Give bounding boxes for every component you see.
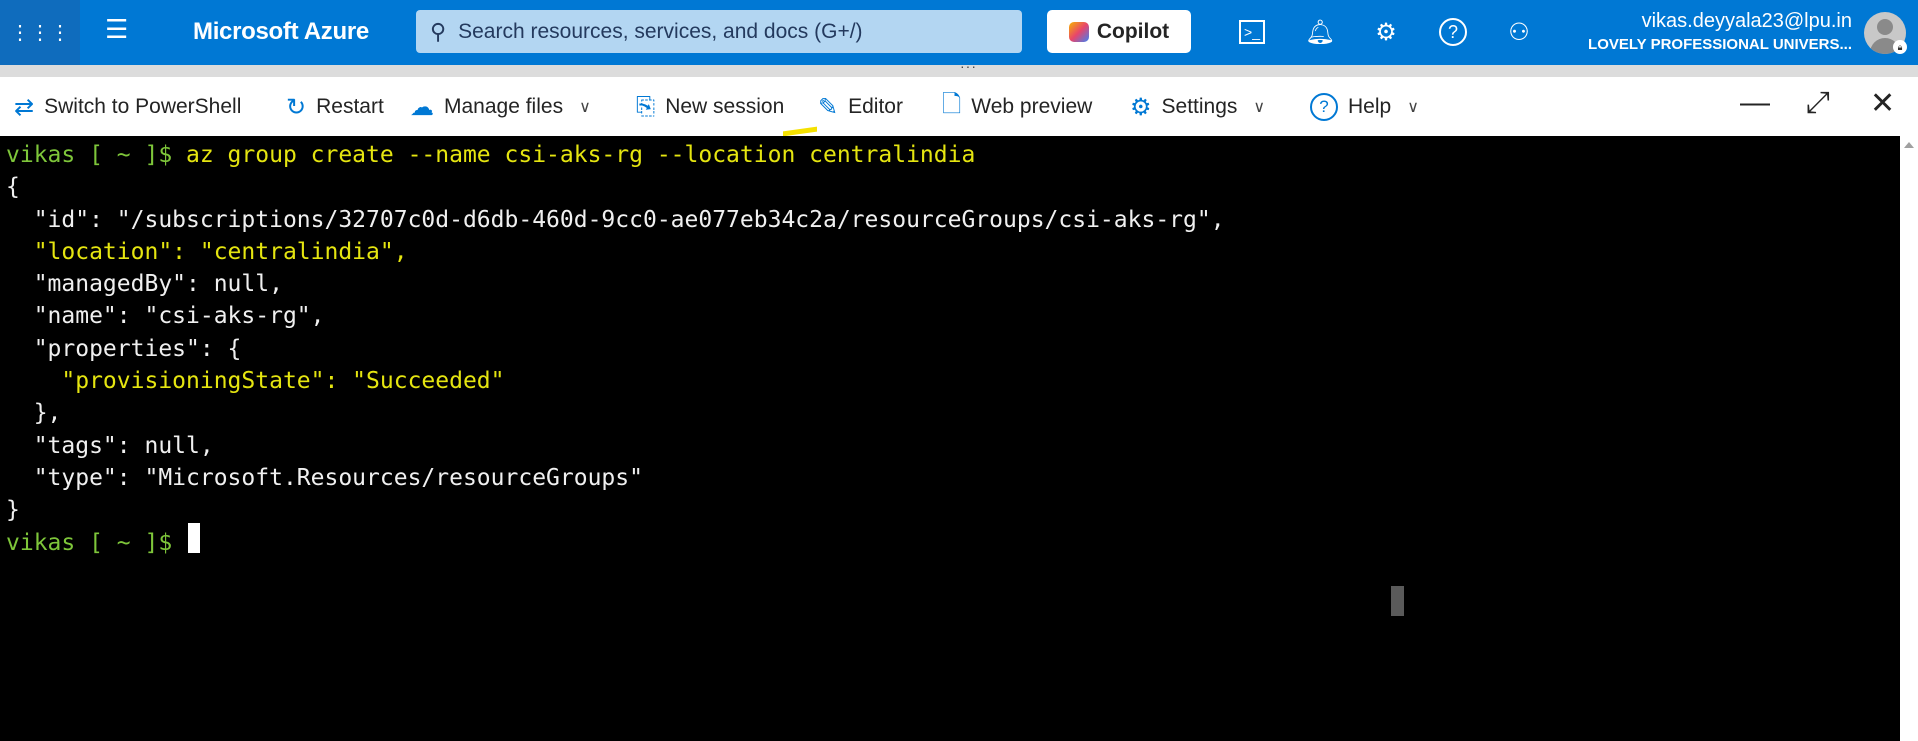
json-line: "location": "centralindia", [6, 238, 408, 265]
json-line: "type": "Microsoft.Resources/resourceGro… [6, 464, 643, 491]
search-icon: ⚲ [430, 18, 447, 44]
search-input[interactable]: ⚲ Search resources, services, and docs (… [416, 10, 1022, 53]
search-placeholder: Search resources, services, and docs (G+… [458, 19, 863, 43]
terminal-scrollbar[interactable] [1900, 136, 1918, 741]
editor-button[interactable]: ✎ Editor [818, 90, 903, 124]
cloud-upload-icon: ☁ [410, 93, 434, 121]
restart-icon: ↻ [286, 93, 307, 121]
copilot-icon [1068, 21, 1089, 42]
account-info[interactable]: vikas.deyyala23@lpu.in LOVELY PROFESSION… [1588, 10, 1852, 53]
close-button[interactable]: ✕ [1870, 86, 1895, 121]
web-preview-button[interactable]: 🗋︎ Web preview [942, 90, 1092, 124]
restart-button[interactable]: ↻ Restart [286, 90, 384, 124]
feedback-icon[interactable]: ⚇ [1501, 14, 1537, 50]
help-icon: ? [1310, 93, 1338, 121]
json-line: } [6, 497, 20, 524]
cloud-shell-icon[interactable]: >_ [1234, 14, 1270, 50]
copilot-button[interactable]: Copilot [1047, 10, 1191, 53]
user-email: vikas.deyyala23@lpu.in [1641, 10, 1852, 32]
json-line: "name": "csi-aks-rg", [6, 303, 325, 330]
help-icon[interactable]: ? [1435, 14, 1471, 50]
maximize-button[interactable]: ⤢ [1806, 86, 1830, 120]
web-preview-icon: 🗋︎ [942, 90, 962, 118]
waffle-icon[interactable]: ⋮⋮⋮ [0, 0, 80, 65]
help-menu-button[interactable]: ? Help ∨ [1310, 90, 1419, 124]
json-line: "tags": null, [6, 432, 214, 459]
lock-icon: 🔒︎ [1893, 40, 1907, 54]
brand-title[interactable]: Microsoft Azure [193, 18, 369, 46]
minimize-button[interactable]: — [1740, 86, 1770, 120]
web-preview-label: Web preview [971, 95, 1093, 118]
prompt: vikas [ ~ ]$ [6, 142, 187, 168]
new-session-button[interactable]: ⎘ New session [636, 90, 784, 124]
terminal-output[interactable]: vikas [ ~ ]$ az group create --name csi-… [0, 136, 1900, 741]
json-line: "managedBy": null, [6, 271, 283, 298]
json-line: "id": "/subscriptions/32707c0d-d6db-460d… [6, 206, 1225, 233]
resize-strip[interactable] [0, 65, 1918, 77]
editor-label: Editor [848, 95, 903, 118]
drag-handle-icon[interactable]: ··· [960, 58, 977, 74]
prompt: vikas [ ~ ]$ [6, 529, 187, 556]
terminal-cursor [188, 523, 200, 553]
switch-icon: ⇄ [14, 93, 35, 121]
user-org: LOVELY PROFESSIONAL UNIVERS... [1588, 36, 1852, 53]
new-session-label: New session [665, 95, 785, 118]
scroll-up-arrow-icon[interactable] [1904, 142, 1914, 148]
switch-powershell-button[interactable]: ⇄ Switch to PowerShell [14, 90, 241, 124]
json-line: "provisioningState": "Succeeded" [6, 368, 505, 395]
manage-files-label: Manage files [444, 95, 564, 118]
copilot-label: Copilot [1096, 19, 1170, 43]
chevron-down-icon: ∨ [579, 99, 591, 116]
manage-files-button[interactable]: ☁ Manage files ∨ [410, 90, 591, 124]
gear-icon[interactable]: ⚙ [1368, 14, 1404, 50]
ibeam-cursor [1391, 586, 1404, 616]
restart-label: Restart [316, 95, 384, 118]
command: az group create --name csi-aks-rg --loca… [186, 142, 976, 168]
gear-icon: ⚙ [1130, 93, 1152, 121]
bell-icon[interactable]: 🔔︎ [1302, 14, 1338, 50]
settings-label: Settings [1161, 95, 1238, 118]
chevron-down-icon: ∨ [1253, 99, 1266, 116]
chevron-down-icon: ∨ [1407, 99, 1419, 116]
json-line: }, [6, 400, 62, 427]
json-line: "properties": { [6, 335, 242, 362]
switch-label: Switch to PowerShell [44, 95, 242, 118]
json-line: { [6, 174, 20, 201]
help-label: Help [1348, 95, 1392, 118]
settings-button[interactable]: ⚙ Settings ∨ [1130, 90, 1265, 124]
menu-icon[interactable]: ☰ [105, 14, 128, 45]
pencil-icon: ✎ [818, 93, 839, 121]
new-session-icon: ⎘ [636, 93, 656, 120]
